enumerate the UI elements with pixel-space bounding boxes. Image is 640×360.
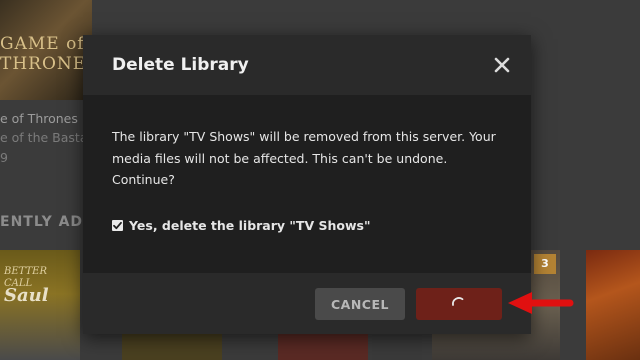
dialog-message: The library "TV Shows" will be removed f…: [112, 129, 496, 187]
dialog-title: Delete Library: [112, 55, 249, 75]
poster-title: GAME of THRONES: [0, 34, 92, 74]
dialog-body: The library "TV Shows" will be removed f…: [83, 95, 531, 273]
poster-thumbnail[interactable]: [278, 330, 368, 360]
poster-thumbnail[interactable]: [372, 330, 422, 360]
red-arrow-icon: [508, 292, 574, 314]
confirm-delete-checkbox[interactable]: [112, 220, 123, 231]
dialog-footer: CANCEL: [83, 273, 531, 334]
poster-thumbnail[interactable]: [122, 330, 222, 360]
poster-logo: BETTER CALL Saul: [4, 266, 49, 306]
confirm-delete-option[interactable]: Yes, delete the library "TV Shows": [112, 218, 370, 233]
poster-thumbnail[interactable]: [586, 250, 640, 360]
close-button[interactable]: [487, 53, 517, 79]
confirm-delete-label[interactable]: Yes, delete the library "TV Shows": [129, 218, 370, 233]
close-icon: [494, 57, 510, 73]
game-of-thrones-poster[interactable]: GAME of THRONES: [0, 0, 92, 100]
episode-number: 9: [0, 150, 8, 165]
cancel-button[interactable]: CANCEL: [315, 288, 405, 320]
show-title[interactable]: e of Thrones: [0, 111, 78, 126]
spinner-icon: [452, 297, 464, 306]
better-call-saul-poster[interactable]: BETTER CALL Saul: [0, 250, 80, 360]
dialog-header: Delete Library: [83, 35, 531, 95]
episode-title: e of the Basta: [0, 130, 88, 145]
checkmark-icon: [113, 221, 122, 230]
unwatched-count-badge: 3: [534, 254, 556, 274]
delete-button[interactable]: [416, 288, 502, 320]
delete-library-dialog: Delete Library The library "TV Shows" wi…: [83, 35, 531, 334]
